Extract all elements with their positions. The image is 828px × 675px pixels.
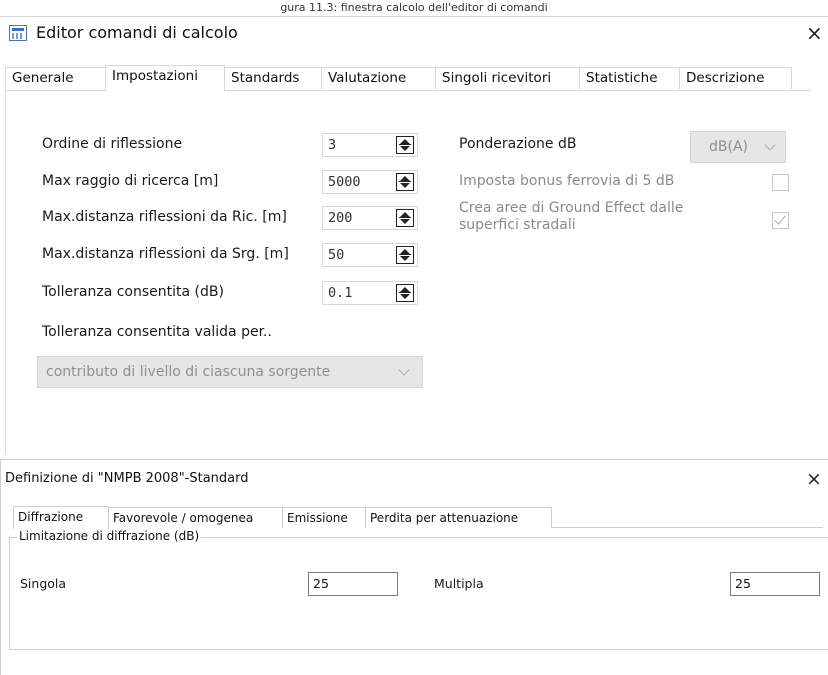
reflection-distance-source-value: 50 xyxy=(328,247,345,263)
tolerance-valid-for-dropdown[interactable]: contributo di livello di ciascuna sorgen… xyxy=(37,356,423,388)
tolerance-label: Tolleranza consentita (dB) xyxy=(42,284,224,300)
db-weighting-label: Ponderazione dB xyxy=(459,136,577,152)
db-weighting-dropdown[interactable]: dB(A) xyxy=(690,131,786,163)
reflection-order-value: 3 xyxy=(328,137,337,153)
tab-generale[interactable]: Generale xyxy=(5,67,106,89)
spinner-arrows-icon[interactable] xyxy=(396,284,414,302)
multiple-label: Multipla xyxy=(434,576,484,591)
single-label: Singola xyxy=(20,576,67,591)
reflection-distance-receiver-label: Max.distanza riflessioni da Ric. [m] xyxy=(42,209,287,225)
reflection-order-label: Ordine di riflessione xyxy=(42,136,183,152)
rail-bonus-checkbox[interactable] xyxy=(772,174,789,191)
ground-effect-checkbox[interactable] xyxy=(772,212,789,229)
group-legend: Limitazione di diffrazione (dB) xyxy=(17,529,202,543)
impostazioni-panel: Ordine di riflessione 3 Max raggio di ri… xyxy=(5,90,811,454)
title-bar: Definizione di "NMPB 2008"-Standard × xyxy=(1,460,828,498)
chevron-down-icon xyxy=(398,364,410,376)
tab-valutazione[interactable]: Valutazione xyxy=(321,67,436,89)
spinner-arrows-icon[interactable] xyxy=(396,136,414,154)
tab-favorevole-omogenea[interactable]: Favorevole / omogenea xyxy=(108,507,283,528)
tab-strip: Generale Impostazioni Standards Valutazi… xyxy=(5,65,820,91)
figure-caption: gura 11.3: finestra calcolo dell'editor … xyxy=(0,0,828,17)
spinner-arrows-icon[interactable] xyxy=(396,173,414,191)
reflection-distance-receiver-spinner[interactable]: 200 xyxy=(322,206,418,230)
standard-definition-window: Definizione di "NMPB 2008"-Standard × Di… xyxy=(0,459,828,675)
calc-command-editor-window: Editor comandi di calcolo × Generale Imp… xyxy=(0,17,828,454)
ground-effect-label-line1: Crea aree di Ground Effect dalle xyxy=(459,200,684,216)
calculator-app-icon xyxy=(9,25,27,41)
search-radius-spinner[interactable]: 5000 xyxy=(322,170,418,194)
title-bar: Editor comandi di calcolo × xyxy=(0,17,828,51)
multiple-diffraction-input[interactable]: 25 xyxy=(730,572,820,596)
reflection-distance-source-label: Max.distanza riflessioni da Srg. [m] xyxy=(42,246,289,262)
diffraction-limit-group: Limitazione di diffrazione (dB) Singola … xyxy=(9,529,828,650)
single-diffraction-input[interactable]: 25 xyxy=(308,572,398,596)
window-title: Editor comandi di calcolo xyxy=(36,23,238,42)
tab-statistiche[interactable]: Statistiche xyxy=(579,67,680,89)
tab-perdita-attenuazione[interactable]: Perdita per attenuazione xyxy=(365,507,552,528)
tab-strip: Diffrazione Favorevole / omogenea Emissi… xyxy=(13,506,823,529)
rail-bonus-label: Imposta bonus ferrovia di 5 dB xyxy=(459,173,675,189)
reflection-distance-receiver-value: 200 xyxy=(328,210,353,226)
close-icon[interactable]: × xyxy=(806,469,822,489)
tolerance-valid-for-label: Tolleranza consentita valida per.. xyxy=(42,324,272,340)
db-weighting-value: dB(A) xyxy=(709,139,748,155)
tab-diffrazione[interactable]: Diffrazione xyxy=(13,506,109,529)
search-radius-value: 5000 xyxy=(328,174,361,190)
tolerance-valid-for-value: contributo di livello di ciascuna sorgen… xyxy=(46,364,331,380)
tolerance-spinner[interactable]: 0.1 xyxy=(322,281,418,305)
close-icon[interactable]: × xyxy=(806,23,823,43)
tab-standards[interactable]: Standards xyxy=(224,67,322,89)
spinner-arrows-icon[interactable] xyxy=(396,209,414,227)
chevron-down-icon xyxy=(764,139,776,151)
tab-descrizione[interactable]: Descrizione xyxy=(679,67,792,89)
tab-singoli-ricevitori[interactable]: Singoli ricevitori xyxy=(435,67,580,89)
ground-effect-label-line2: superfici stradali xyxy=(459,217,576,233)
tab-emissione[interactable]: Emissione xyxy=(282,507,366,528)
tab-impostazioni[interactable]: Impostazioni xyxy=(105,65,225,91)
reflection-distance-source-spinner[interactable]: 50 xyxy=(322,243,418,267)
search-radius-label: Max raggio di ricerca [m] xyxy=(42,173,219,189)
window-title: Definizione di "NMPB 2008"-Standard xyxy=(5,471,249,486)
tolerance-value: 0.1 xyxy=(328,285,353,301)
spinner-arrows-icon[interactable] xyxy=(396,246,414,264)
reflection-order-spinner[interactable]: 3 xyxy=(322,133,418,157)
checkmark-icon xyxy=(774,212,786,225)
